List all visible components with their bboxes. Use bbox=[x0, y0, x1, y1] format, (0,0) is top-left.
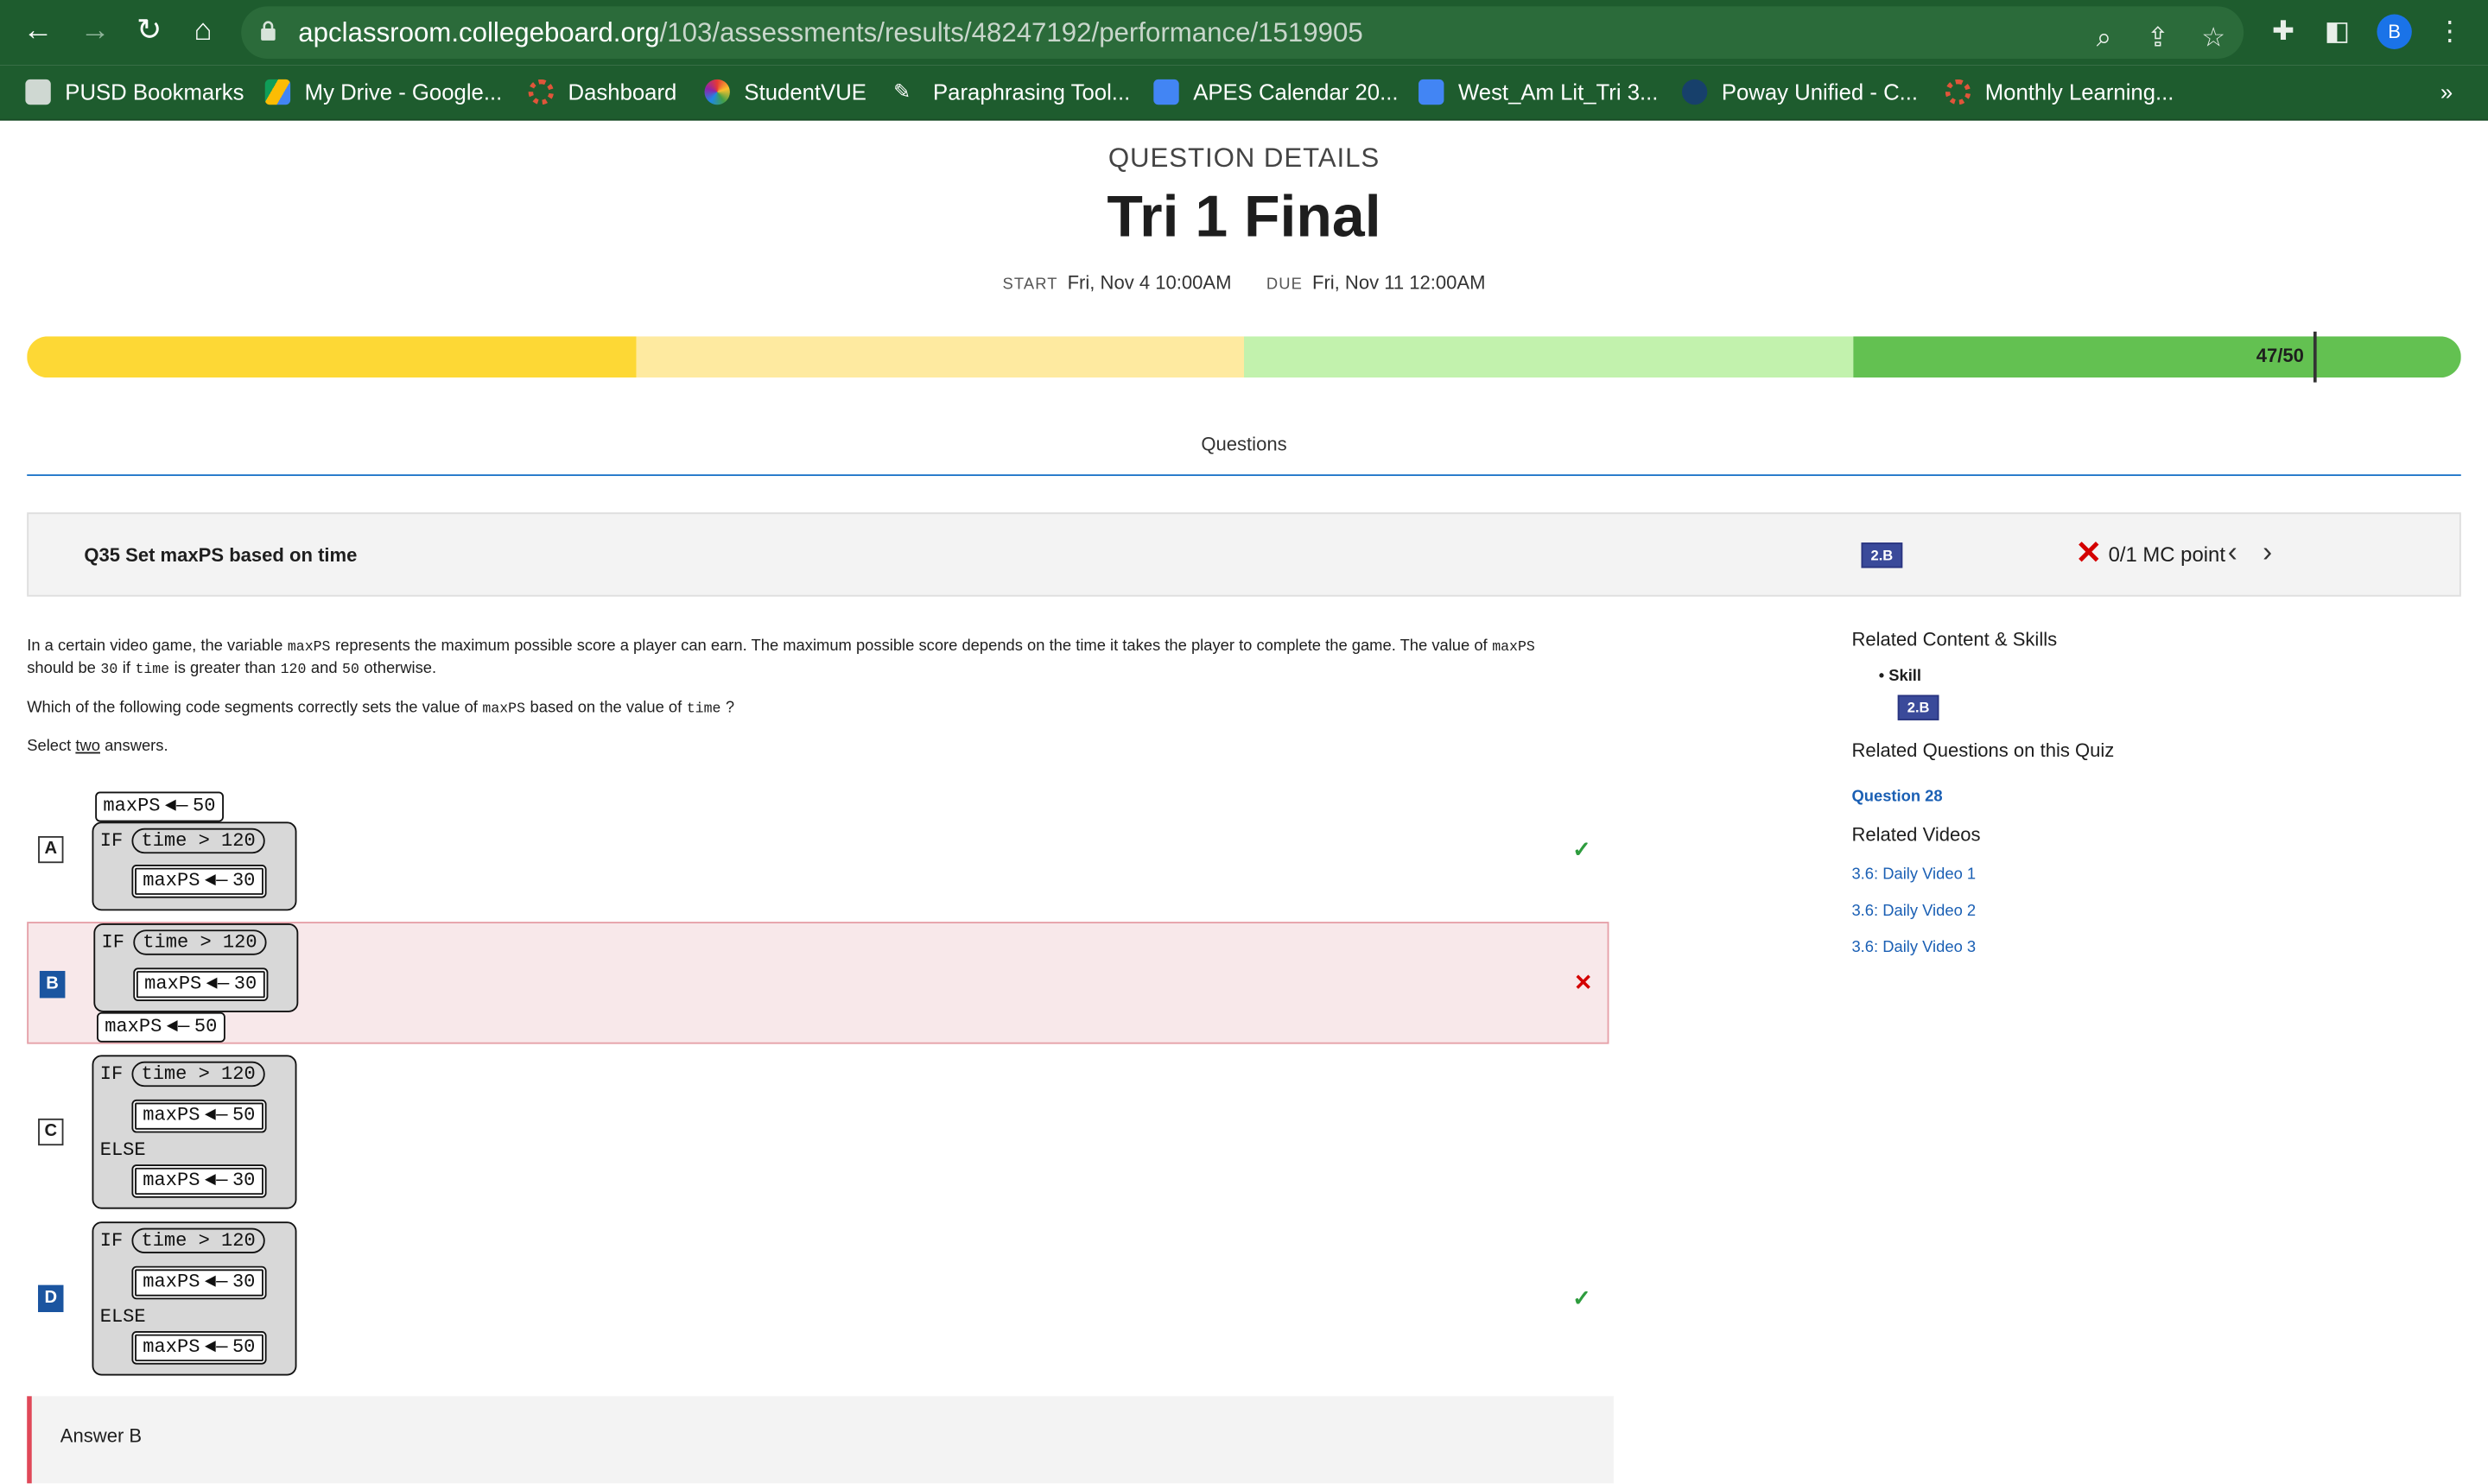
bookmarks-bar: PUSD Bookmarks My Drive - Google... Dash… bbox=[0, 65, 2488, 121]
related-questions-heading: Related Questions on this Quiz bbox=[1851, 739, 2115, 762]
lock-icon bbox=[261, 21, 276, 41]
option-letter[interactable]: D bbox=[38, 1284, 64, 1312]
docs-icon bbox=[1153, 79, 1179, 105]
folder-icon bbox=[25, 79, 51, 105]
bookmark-item[interactable]: Dashboard bbox=[528, 78, 676, 106]
score-segment bbox=[1852, 336, 2461, 378]
back-icon[interactable]: ← bbox=[19, 13, 57, 51]
browser-toolbar: ← → ↻ ⌂ apclassroom.collegeboard.org/103… bbox=[0, 0, 2488, 66]
related-videos-heading: Related Videos bbox=[1851, 823, 1981, 846]
tab-underline bbox=[27, 474, 2461, 477]
skill-badge: 2.B bbox=[1861, 542, 1903, 568]
address-bar[interactable]: apclassroom.collegeboard.org/103/assessm… bbox=[241, 6, 2244, 59]
option-letter[interactable]: A bbox=[38, 835, 64, 864]
question-score: ✕ 0/1 MC point bbox=[2075, 536, 2225, 572]
assessment-dates: START Fri, Nov 4 10:00AM DUE Fri, Nov 11 12… bbox=[1002, 271, 1486, 294]
profile-avatar[interactable]: B bbox=[2377, 14, 2412, 49]
score-segment bbox=[1244, 336, 1853, 378]
bookmark-item[interactable]: Poway Unified - C... bbox=[1681, 78, 1918, 106]
reload-icon[interactable]: ↻ bbox=[130, 13, 168, 51]
bookmark-item[interactable]: Monthly Learning... bbox=[1945, 78, 2174, 106]
correct-icon: ✓ bbox=[1572, 1284, 1591, 1311]
poway-icon bbox=[1681, 79, 1708, 105]
related-content-heading: Related Content & Skills bbox=[1851, 628, 2058, 651]
section-heading: QUESTION DETAILS bbox=[1108, 143, 1380, 174]
dashboard-icon bbox=[528, 79, 555, 105]
prev-question-icon[interactable]: ‹ bbox=[2228, 536, 2237, 570]
studentvue-icon bbox=[704, 79, 730, 105]
answer-box: Answer B bbox=[27, 1396, 1614, 1484]
url-text: apclassroom.collegeboard.org/103/assessm… bbox=[298, 17, 1363, 48]
zoom-icon[interactable]: ⌕ bbox=[2085, 19, 2123, 57]
drive-icon bbox=[264, 79, 291, 105]
score-progress-bar bbox=[27, 336, 2461, 378]
correct-icon: ✓ bbox=[1572, 835, 1591, 862]
score-marker bbox=[2313, 331, 2317, 383]
incorrect-icon: ✕ bbox=[2075, 536, 2103, 572]
bookmark-star-icon[interactable]: ☆ bbox=[2194, 19, 2232, 57]
video-link[interactable]: 3.6: Daily Video 2 bbox=[1851, 903, 1976, 920]
incorrect-icon: ✕ bbox=[1574, 969, 1593, 995]
bookmark-item[interactable]: West_Am Lit_Tri 3... bbox=[1419, 78, 1658, 106]
option-letter[interactable]: C bbox=[38, 1118, 64, 1146]
option-c[interactable]: C IF time > 120 maxPS ◄— 50 ELSE maxPS ◄— 30 bbox=[27, 1054, 1606, 1209]
score-segment bbox=[635, 336, 1245, 378]
question-prompt: Which of the following code segments cor… bbox=[27, 700, 735, 718]
video-link[interactable]: 3.6: Daily Video 3 bbox=[1851, 939, 1976, 956]
option-letter[interactable]: B bbox=[39, 971, 66, 999]
sidebar-skill-badge: 2.B bbox=[1897, 694, 1939, 720]
question-stem: In a certain video game, the variable max… bbox=[27, 637, 1535, 678]
home-icon[interactable]: ⌂ bbox=[184, 13, 222, 51]
score-label: 47/50 bbox=[2256, 344, 2304, 367]
tab-questions[interactable]: Questions bbox=[0, 433, 2488, 455]
side-panel-icon[interactable]: ◧ bbox=[2318, 13, 2356, 51]
question-header: Q35 Set maxPS based on time 2.B ✕ 0/1 MC … bbox=[27, 512, 2461, 597]
quill-icon: ✎ bbox=[893, 79, 911, 104]
bookmark-item[interactable]: ✎ Paraphrasing Tool... bbox=[893, 78, 1130, 106]
share-icon[interactable]: ⇪ bbox=[2139, 19, 2177, 57]
bookmark-item[interactable]: APES Calendar 20... bbox=[1153, 78, 1399, 106]
skill-list-item: • Skill bbox=[1878, 668, 1922, 686]
monthly-icon bbox=[1945, 79, 1971, 105]
related-question-link[interactable]: Question 28 bbox=[1851, 789, 1942, 806]
select-instruction: Select two answers. bbox=[27, 738, 168, 756]
answer-text: Answer B bbox=[60, 1424, 143, 1448]
docs-icon bbox=[1419, 79, 1444, 105]
option-a[interactable]: A maxPS ◄— 50 IF time > 120 maxPS ◄— 30 ✓ bbox=[27, 785, 1606, 916]
extensions-icon[interactable]: ✚ bbox=[2264, 13, 2302, 51]
question-title: Q35 Set maxPS based on time bbox=[84, 544, 358, 567]
page-title: Tri 1 Final bbox=[1107, 184, 1381, 250]
bookmark-item[interactable]: PUSD Bookmarks bbox=[25, 78, 244, 106]
bookmark-item[interactable]: StudentVUE bbox=[704, 78, 866, 106]
video-link[interactable]: 3.6: Daily Video 1 bbox=[1851, 866, 1976, 884]
bookmark-item[interactable]: My Drive - Google... bbox=[264, 78, 502, 106]
next-question-icon[interactable]: › bbox=[2263, 536, 2272, 570]
option-d[interactable]: D IF time > 120 maxPS ◄— 30 ELSE maxPS ◄— 50… bbox=[27, 1220, 1606, 1376]
option-b[interactable]: B IF time > 120 maxPS ◄— 30 maxPS ◄— 50 ✕ bbox=[27, 922, 1609, 1044]
forward-icon[interactable]: → bbox=[76, 13, 114, 51]
bookmarks-overflow-icon[interactable]: » bbox=[2440, 78, 2453, 106]
menu-icon[interactable]: ⋮ bbox=[2431, 13, 2469, 51]
score-segment bbox=[27, 336, 636, 378]
